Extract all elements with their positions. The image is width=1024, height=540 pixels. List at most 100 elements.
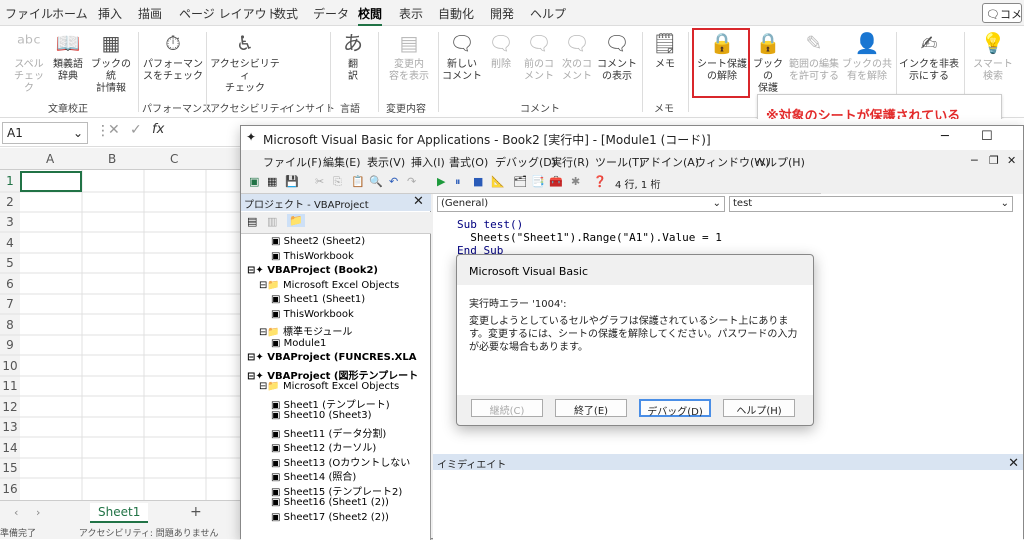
save-icon[interactable]: 💾 [285, 175, 299, 188]
insert-function-icon[interactable]: fx [152, 122, 164, 137]
tree-node[interactable]: ▣ Sheet12 (カーソル) [271, 439, 376, 454]
tree-node[interactable]: ▣ Sheet1 (テンプレート) [271, 396, 390, 411]
comments-button[interactable]: 🗨コメント [982, 3, 1022, 23]
tree-node[interactable]: ⊟📁 標準モジュール [259, 323, 352, 338]
procedure-dropdown[interactable]: test ⌄ [729, 196, 1013, 212]
hide-ink-button[interactable]: ✍ インクを非表 示にする [898, 30, 960, 83]
continue-button[interactable]: 継続(C) [471, 399, 543, 417]
doc-restore-icon[interactable]: ❐ [989, 154, 999, 167]
scroll-left-icon[interactable]: ‹ [14, 506, 18, 519]
insert-module-icon[interactable]: ▦ [267, 175, 277, 188]
row-header[interactable]: 1 [0, 174, 20, 188]
cancel-icon[interactable]: ✕ [108, 122, 120, 138]
tree-node[interactable]: ▣ Sheet15 (テンプレート2) [271, 483, 402, 498]
protect-workbook-button[interactable]: 🔒 ブックの 保護 [750, 30, 786, 95]
tab-help[interactable]: ヘルプ [530, 5, 566, 22]
name-box[interactable]: A1 ⌄ [2, 122, 88, 144]
cut-icon[interactable]: ✂ [315, 175, 324, 188]
check-accessibility-button[interactable]: ♿ アクセシビリティ チェック [208, 30, 282, 95]
help-button[interactable]: ヘルプ(H) [723, 399, 795, 417]
row-header[interactable]: 2 [0, 195, 20, 209]
accessibility-status[interactable]: アクセシビリティ: 問題ありません [79, 529, 219, 539]
excel-view-icon[interactable]: ▣ [249, 175, 259, 188]
unshare-workbook-button[interactable]: 👤 ブックの共 有を解除 [842, 30, 892, 83]
tab-insert[interactable]: 挿入 [98, 5, 122, 22]
check-performance-button[interactable]: ⏱ パフォーマン スをチェック [142, 30, 204, 83]
show-changes-button[interactable]: ▤ 変更内 容を表示 [384, 30, 434, 83]
next-comment-button[interactable]: 🗨 次のコ メント [558, 30, 596, 83]
doc-minimize-icon[interactable]: ─ [971, 154, 978, 167]
object-dropdown[interactable]: (General) ⌄ [437, 196, 725, 212]
tab-developer[interactable]: 開発 [490, 5, 514, 22]
tree-node[interactable]: ▣ ThisWorkbook [271, 309, 354, 320]
row-header[interactable]: 3 [0, 215, 20, 229]
tree-node[interactable]: ⊟✦ VBAProject (FUNCRES.XLA [247, 352, 416, 363]
tab-view[interactable]: 表示 [399, 5, 423, 22]
smart-lookup-button[interactable]: 💡 スマート 検索 [968, 30, 1018, 83]
column-header-c[interactable]: C [170, 152, 178, 166]
view-code-icon[interactable]: ▤ [247, 215, 257, 228]
add-sheet-icon[interactable]: + [190, 504, 202, 520]
translate-button[interactable]: あ翻訳 [336, 30, 370, 83]
row-header[interactable]: 13 [0, 420, 20, 434]
tree-node[interactable]: ▣ Sheet1 (Sheet1) [271, 294, 365, 305]
code-line[interactable]: Sheets("Sheet1").Range("A1").Value = 1 [457, 231, 722, 244]
tree-node[interactable]: ▣ Module1 [271, 338, 326, 349]
menu-run[interactable]: 実行(R) [551, 154, 589, 170]
toggle-folders-icon[interactable]: 📁 [287, 214, 305, 227]
menu-edit[interactable]: 編集(E) [323, 154, 361, 170]
tree-node[interactable]: ▣ ThisWorkbook [271, 251, 354, 262]
tab-formulas[interactable]: 数式 [274, 5, 298, 22]
tree-node[interactable]: ⊟✦ VBAProject (図形テンプレート [247, 367, 418, 382]
tab-file[interactable]: ファイル [5, 5, 53, 22]
column-header-a[interactable]: A [46, 152, 54, 166]
minimize-icon[interactable]: ─ [941, 129, 949, 144]
thesaurus-button[interactable]: 📖 類義語 辞典 [48, 30, 88, 83]
row-header[interactable]: 16 [0, 482, 20, 496]
tab-review[interactable]: 校閲 [358, 5, 383, 27]
tree-node[interactable]: ▣ Sheet17 (Sheet2 (2)) [271, 512, 389, 523]
run-icon[interactable]: ▶ [437, 175, 445, 188]
code-line[interactable]: Sub test() [457, 218, 523, 231]
selected-cell-a1[interactable] [20, 171, 82, 192]
row-header[interactable]: 15 [0, 461, 20, 475]
notes-button[interactable]: 🗒 メモ [646, 30, 684, 71]
tree-node[interactable]: ⊟📁 Microsoft Excel Objects [259, 280, 399, 291]
new-comment-button[interactable]: 🗨 新しい コメント [442, 30, 482, 83]
row-header[interactable]: 12 [0, 400, 20, 414]
tab-draw[interactable]: 描画 [138, 5, 162, 22]
maximize-icon[interactable]: ☐ [981, 129, 993, 144]
allow-edit-ranges-button[interactable]: ✎ 範囲の編集 を許可する [786, 30, 842, 83]
menu-view[interactable]: 表示(V) [367, 154, 405, 170]
immediate-window[interactable] [433, 470, 1023, 540]
object-browser-icon[interactable]: 🧰 [549, 175, 563, 188]
row-header[interactable]: 4 [0, 236, 20, 250]
tree-node[interactable]: ▣ Sheet10 (Sheet3) [271, 410, 372, 421]
workbook-statistics-button[interactable]: ▦ ブックの統 計情報 [88, 30, 134, 95]
tree-node[interactable]: ▣ Sheet13 (Oカウントしない [271, 454, 410, 469]
close-icon[interactable]: ✕ [413, 194, 424, 209]
design-mode-icon[interactable]: 📐 [491, 175, 505, 188]
project-explorer-icon[interactable]: 🗂 [513, 175, 527, 188]
spell-check-button[interactable]: ᵃᵇᶜ スペル チェック [10, 30, 48, 95]
help-icon[interactable]: ❓ [593, 175, 607, 188]
menu-file[interactable]: ファイル(F) [263, 154, 322, 170]
tree-node[interactable]: ▣ Sheet11 (データ分割) [271, 425, 386, 440]
sheet-tab-sheet1[interactable]: Sheet1 [90, 503, 149, 523]
close-icon[interactable]: ✕ [1008, 456, 1019, 471]
tab-page-layout[interactable]: ページ レイアウト [179, 5, 279, 22]
debug-button[interactable]: デバッグ(D) [639, 399, 711, 418]
paste-icon[interactable]: 📋 [351, 175, 365, 188]
tree-node[interactable]: ▣ Sheet16 (Sheet1 (2)) [271, 497, 389, 508]
row-header[interactable]: 11 [0, 379, 20, 393]
reset-icon[interactable]: ■ [473, 175, 483, 188]
menu-addins[interactable]: アドイン(A) [639, 154, 699, 170]
tree-node[interactable]: ⊟📁 Microsoft Excel Objects [259, 381, 399, 392]
find-icon[interactable]: 🔍 [369, 175, 383, 188]
row-header[interactable]: 8 [0, 318, 20, 332]
enter-icon[interactable]: ✓ [130, 122, 142, 138]
menu-tools[interactable]: ツール(T) [595, 154, 643, 170]
undo-icon[interactable]: ↶ [389, 175, 398, 188]
doc-close-icon[interactable]: ✕ [1007, 154, 1016, 167]
menu-format[interactable]: 書式(O) [449, 154, 488, 170]
